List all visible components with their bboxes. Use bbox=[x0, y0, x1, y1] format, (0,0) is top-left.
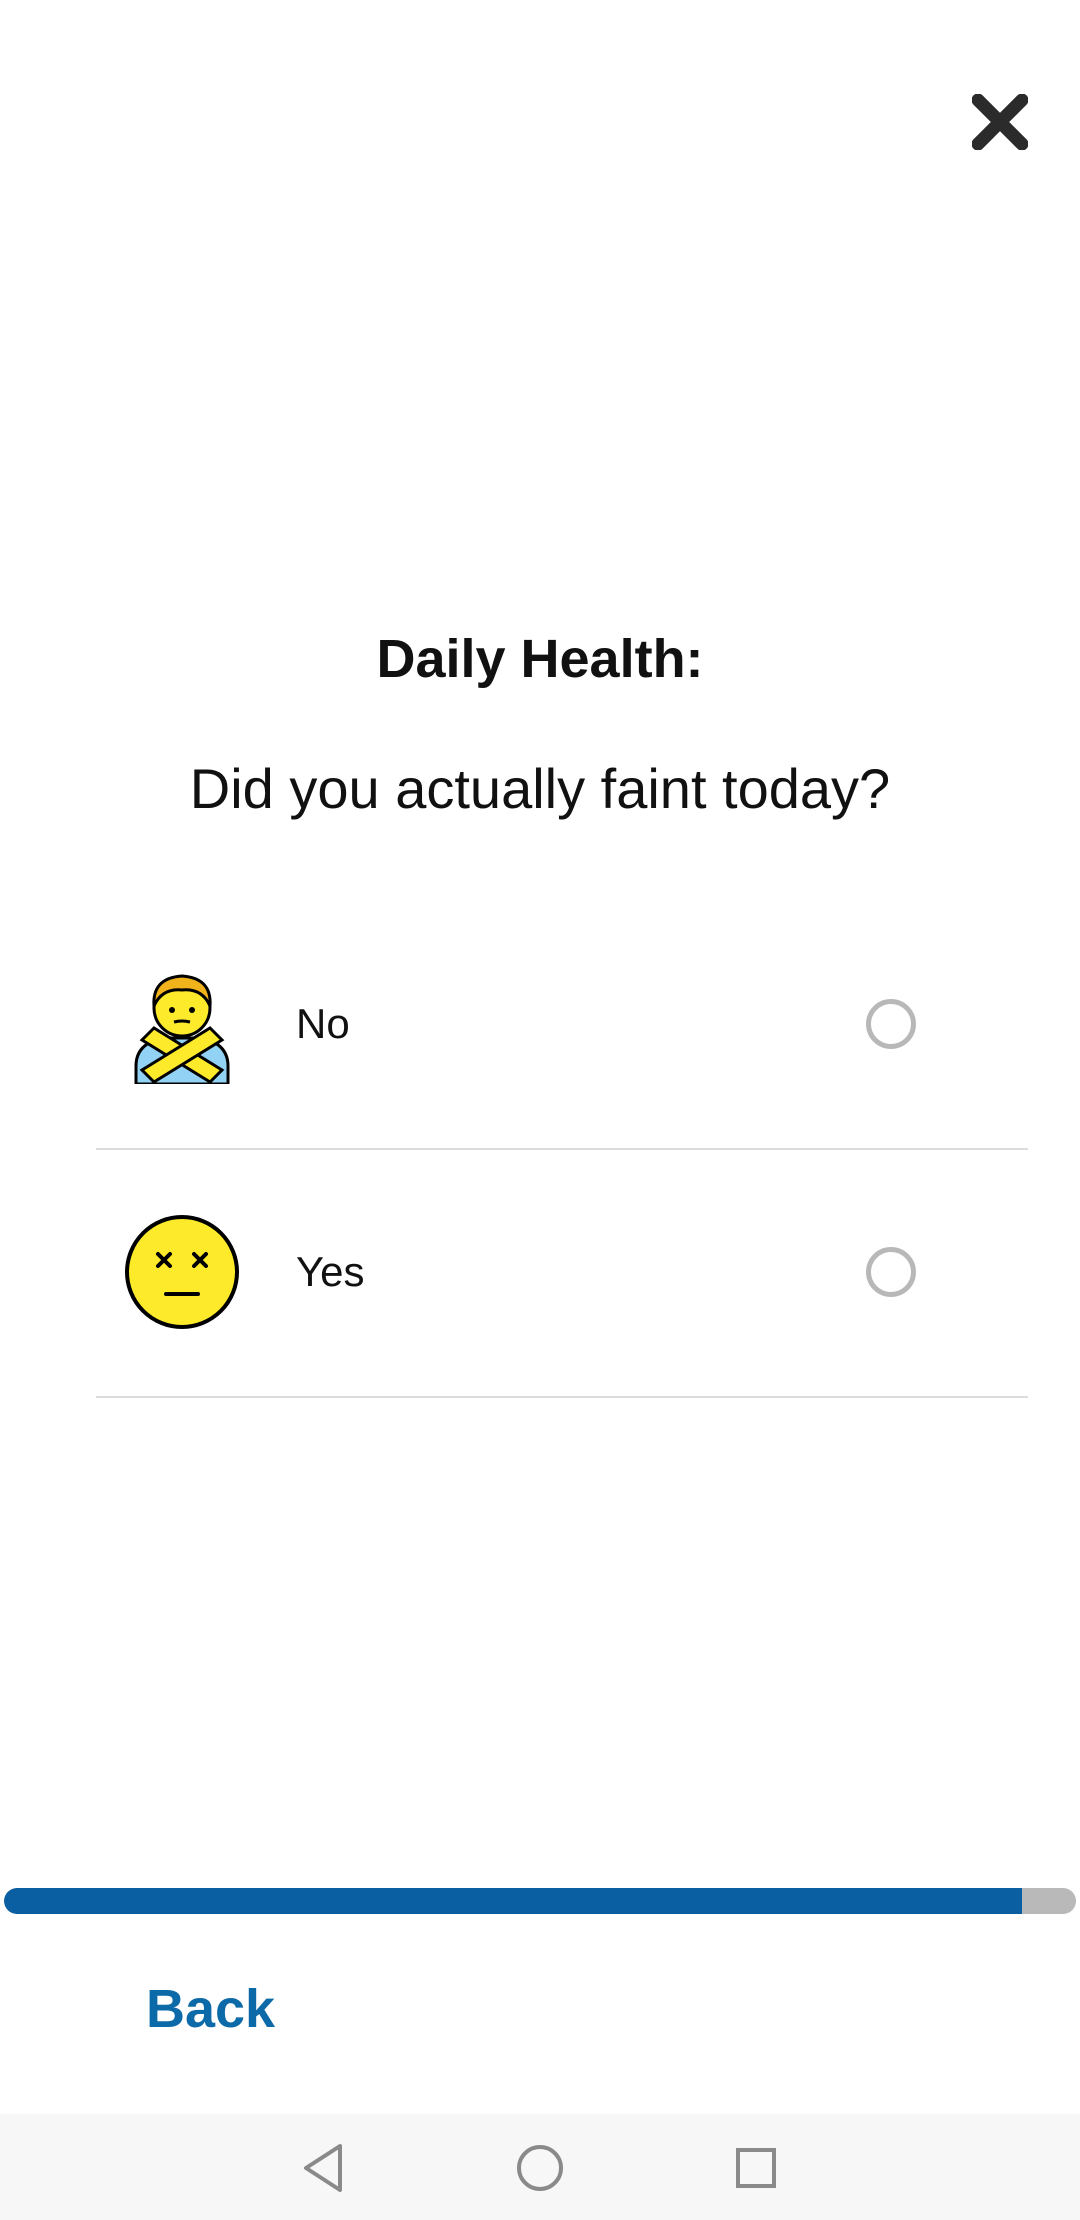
option-yes[interactable]: Yes bbox=[96, 1148, 1028, 1398]
system-navigation-bar bbox=[0, 2114, 1080, 2220]
nav-recents-button[interactable] bbox=[724, 2136, 788, 2200]
survey-title: Daily Health: bbox=[376, 629, 704, 689]
nav-recents-icon bbox=[736, 2148, 776, 2188]
close-button[interactable] bbox=[966, 88, 1034, 156]
person-gesturing-no-icon bbox=[134, 974, 230, 1084]
progress-bar bbox=[4, 1888, 1076, 1914]
option-no-label: No bbox=[296, 1000, 350, 1047]
option-yes-label: Yes bbox=[296, 1248, 365, 1295]
nav-home-button[interactable] bbox=[508, 2136, 572, 2200]
nav-back-button[interactable] bbox=[292, 2136, 356, 2200]
survey-question: Did you actually faint today? bbox=[189, 757, 891, 820]
option-no[interactable]: No bbox=[96, 900, 1028, 1150]
progress-fill bbox=[4, 1888, 1023, 1914]
option-yes-radio[interactable] bbox=[866, 1247, 916, 1297]
dizzy-face-icon bbox=[125, 1215, 239, 1329]
nav-back-icon bbox=[304, 2144, 342, 2192]
close-x-icon bbox=[972, 94, 1028, 150]
option-no-radio[interactable] bbox=[866, 999, 916, 1049]
back-button[interactable]: Back bbox=[146, 1978, 275, 2040]
survey-screen: Daily Health: Did you actually faint tod… bbox=[0, 0, 1080, 2220]
nav-home-icon bbox=[517, 2145, 563, 2191]
